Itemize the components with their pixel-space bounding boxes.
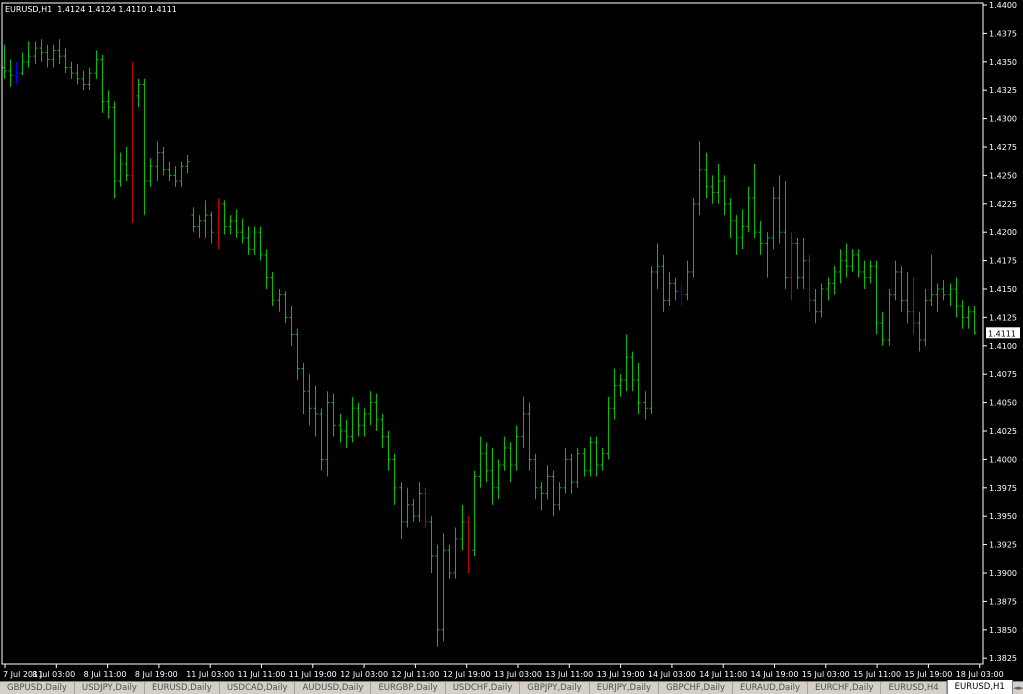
y-tick-label: 1.4200	[989, 228, 1017, 237]
y-tick-label: 1.4275	[989, 143, 1017, 152]
chart-tab-bar: GBPUSD,Daily USDJPY,Daily EURUSD,Daily USDC…	[0, 680, 1023, 694]
y-tick-label: 1.4100	[989, 342, 1017, 351]
y-tick-label: 1.4125	[989, 313, 1017, 322]
x-tick-label: 14 Jul 19:00	[751, 670, 799, 679]
tab-eurusd-h4[interactable]: EURUSD,H4	[881, 682, 947, 694]
x-tick-label: 11 Jul 19:00	[289, 670, 337, 679]
tab-audusd-daily[interactable]: AUDUSD,Daily	[295, 682, 372, 694]
tab-usdchf-daily[interactable]: USDCHF,Daily	[446, 682, 521, 694]
y-tick-label: 1.4050	[989, 399, 1017, 408]
x-tick-label: 13 Jul 03:00	[494, 670, 542, 679]
x-tick-label: 13 Jul 19:00	[597, 670, 645, 679]
y-tick-label: 1.3850	[989, 626, 1017, 635]
y-tick-label: 1.4400	[989, 1, 1017, 10]
y-tick-label: 1.4075	[989, 370, 1017, 379]
x-tick-label: 18 Jul 03:00	[956, 670, 1004, 679]
y-tick-label: 1.3975	[989, 484, 1017, 493]
y-tick-label: 1.4350	[989, 58, 1017, 67]
tab-usdjpy-daily[interactable]: USDJPY,Daily	[75, 682, 145, 694]
tab-euraud-daily[interactable]: EURAUD,Daily	[733, 682, 808, 694]
x-tick-label: 15 Jul 11:00	[853, 670, 901, 679]
x-tick-label: 12 Jul 03:00	[340, 670, 388, 679]
x-tick-label: 14 Jul 03:00	[648, 670, 696, 679]
y-tick-label: 1.4375	[989, 29, 1017, 38]
price-chart[interactable]: 1.4400 1.4375 1.4350 1.4325 1.4300 1.4275 1.42…	[0, 0, 1023, 681]
y-tick-label: 1.4325	[989, 86, 1017, 95]
x-tick-label: 12 Jul 11:00	[391, 670, 439, 679]
x-tick-label: 11 Jul 11:00	[238, 670, 286, 679]
y-tick-label: 1.3900	[989, 569, 1017, 578]
x-tick-label: 11 Jul 03:00	[186, 670, 234, 679]
y-tick-label: 1.4025	[989, 427, 1017, 436]
y-tick-label: 1.4250	[989, 171, 1017, 180]
tab-eurchf-daily[interactable]: EURCHF,Daily	[808, 682, 882, 694]
x-tick-label: 15 Jul 19:00	[904, 670, 952, 679]
x-tick-label: 8 Jul 11:00	[84, 670, 127, 679]
tab-gbpusd-daily[interactable]: GBPUSD,Daily	[0, 682, 75, 694]
y-tick-label: 1.3925	[989, 541, 1017, 550]
current-price-label: 1.4111	[988, 329, 1016, 338]
y-tick-label: 1.4225	[989, 200, 1017, 209]
y-tick-label: 1.3875	[989, 597, 1017, 606]
tab-gbpchf-daily[interactable]: GBPCHF,Daily	[659, 682, 734, 694]
plot-frame	[1, 2, 984, 665]
y-tick-label: 1.4000	[989, 455, 1017, 464]
chart-window[interactable]: 1.4400 1.4375 1.4350 1.4325 1.4300 1.4275 1.42…	[0, 0, 1023, 681]
chart-header: EURUSD,H1 1.4124 1.4124 1.4110 1.4111	[5, 5, 177, 14]
x-tick-label: 8 Jul 19:00	[135, 670, 178, 679]
tab-eurgbp-daily[interactable]: EURGBP,Daily	[371, 682, 446, 694]
y-tick-label: 1.4175	[989, 257, 1017, 266]
x-tick-label: 13 Jul 11:00	[545, 670, 593, 679]
y-tick-label: 1.3825	[989, 654, 1017, 663]
y-tick-label: 1.3950	[989, 512, 1017, 521]
tab-gbpjpy-daily[interactable]: GBPJPY,Daily	[520, 682, 590, 694]
x-tick-label: 8 Jul 03:00	[32, 670, 75, 679]
tab-eurjpy-daily[interactable]: EURJPY,Daily	[590, 682, 660, 694]
x-tick-label: 12 Jul 19:00	[443, 670, 491, 679]
y-tick-label: 1.4300	[989, 115, 1017, 124]
tab-eurusd-h1[interactable]: EURUSD,H1	[946, 680, 1013, 694]
scroll-right-icon[interactable]: ►	[1018, 682, 1023, 694]
y-tick-label: 1.4150	[989, 285, 1017, 294]
x-tick-label: 15 Jul 03:00	[802, 670, 850, 679]
tab-usdcad-daily[interactable]: USDCAD,Daily	[220, 682, 296, 694]
tab-eurusd-daily[interactable]: EURUSD,Daily	[145, 682, 220, 694]
x-tick-label: 14 Jul 11:00	[699, 670, 747, 679]
